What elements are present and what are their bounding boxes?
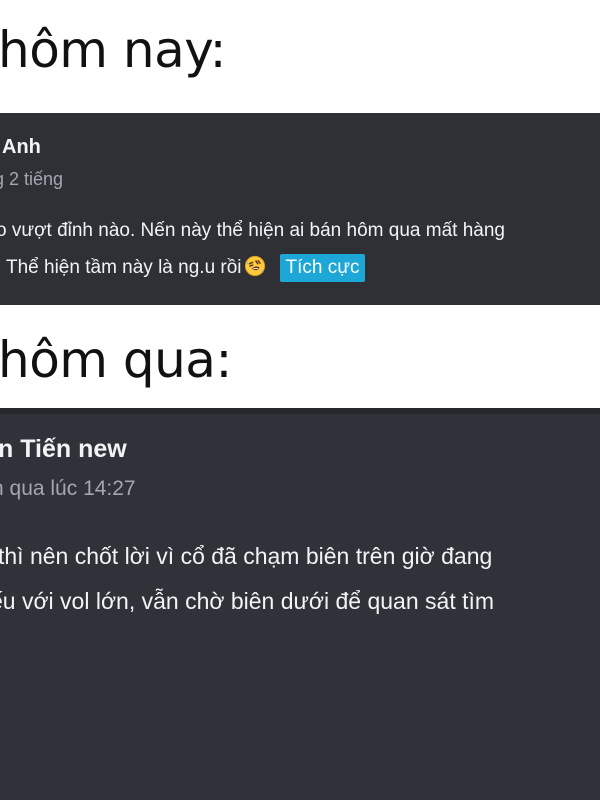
post-author[interactable]: Anh	[2, 135, 41, 159]
heading-today: hôm nay:	[0, 21, 227, 79]
post-timestamp[interactable]: g 2 tiếng	[0, 168, 63, 190]
post-body-line: thì nên chốt lời vì cổ đã chạm biên trên…	[0, 543, 493, 569]
post-card-today: Anh g 2 tiếng o vượt đỉnh nào. Nến này t…	[0, 113, 600, 305]
post-timestamp[interactable]: n qua lúc 14:27	[0, 476, 136, 502]
post-body-line: ếu với vol lớn, vẫn chờ biên dưới để qua…	[0, 588, 495, 614]
post-body-text: Thể hiện tầm này là ng.u rồi	[6, 257, 242, 278]
post-author[interactable]: n Tiến new	[0, 434, 127, 464]
sentiment-tag[interactable]: Tích cực	[279, 254, 366, 282]
heading-yesterday: hôm qua:	[0, 331, 232, 389]
rolling-on-floor-laughing-icon	[244, 255, 266, 277]
card-divider	[0, 408, 600, 414]
post-card-yesterday: n Tiến new n qua lúc 14:27 thì nên chốt …	[0, 408, 600, 800]
post-body-line: o vượt đỉnh nào. Nến này thể hiện ai bán…	[0, 220, 505, 241]
post-body-line-with-tag: Thể hiện tầm này là ng.u rồi Tích cực	[6, 254, 366, 282]
screenshot-stage: hôm nay: Anh g 2 tiếng o vượt đỉnh nào. …	[0, 0, 600, 800]
